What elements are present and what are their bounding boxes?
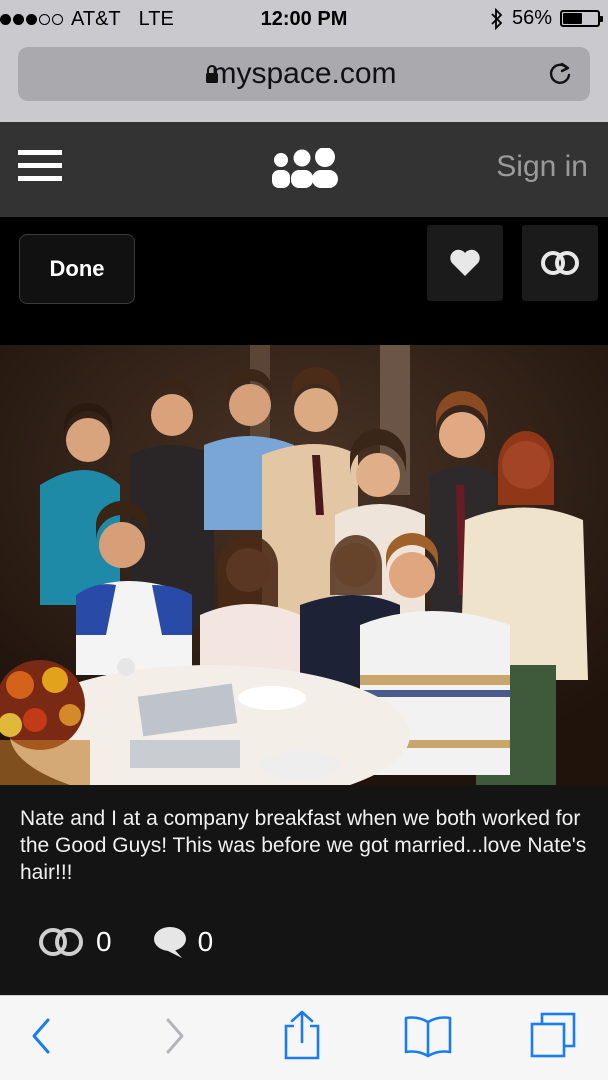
myspace-logo-icon[interactable] xyxy=(270,148,338,190)
post-details: Nate and I at a company breakfast when w… xyxy=(0,785,608,995)
group-photo-illustration xyxy=(0,345,608,785)
done-button[interactable]: Done xyxy=(19,234,135,304)
photo-action-bar: Done xyxy=(0,217,608,345)
bluetooth-icon xyxy=(491,7,503,30)
photo-caption: Nate and I at a company breakfast when w… xyxy=(20,807,587,884)
battery-percent: 56% xyxy=(511,7,552,29)
battery-icon xyxy=(560,10,603,27)
tabs-icon[interactable] xyxy=(528,1010,580,1060)
connects-stat[interactable]: 0 xyxy=(36,926,112,958)
post-photo[interactable] xyxy=(0,345,608,785)
connect-icon xyxy=(39,928,83,956)
comments-stat[interactable]: 0 xyxy=(152,925,214,959)
bookmarks-icon[interactable] xyxy=(402,1012,454,1058)
connect-icon xyxy=(541,251,579,275)
reload-icon[interactable] xyxy=(546,60,574,88)
comment-icon xyxy=(153,927,186,958)
url-text: myspace.com xyxy=(211,57,397,90)
connect-button[interactable] xyxy=(522,225,598,301)
forward-icon[interactable] xyxy=(162,1014,188,1058)
menu-icon[interactable] xyxy=(18,150,62,184)
post-stats: 0 0 xyxy=(36,925,253,959)
heart-icon xyxy=(450,249,480,276)
connects-count: 0 xyxy=(96,926,112,957)
site-header: Sign in xyxy=(0,122,608,217)
address-bar[interactable]: myspace.com xyxy=(18,47,590,101)
like-button[interactable] xyxy=(427,225,503,301)
share-icon[interactable] xyxy=(280,1008,324,1062)
sign-in-link[interactable]: Sign in xyxy=(496,150,588,184)
comments-count: 0 xyxy=(197,926,214,957)
status-bar: AT&T LTE 12:00 PM 56% xyxy=(0,0,608,40)
back-icon[interactable] xyxy=(28,1014,54,1058)
browser-address-area: myspace.com xyxy=(0,40,608,122)
browser-toolbar xyxy=(0,995,608,1080)
